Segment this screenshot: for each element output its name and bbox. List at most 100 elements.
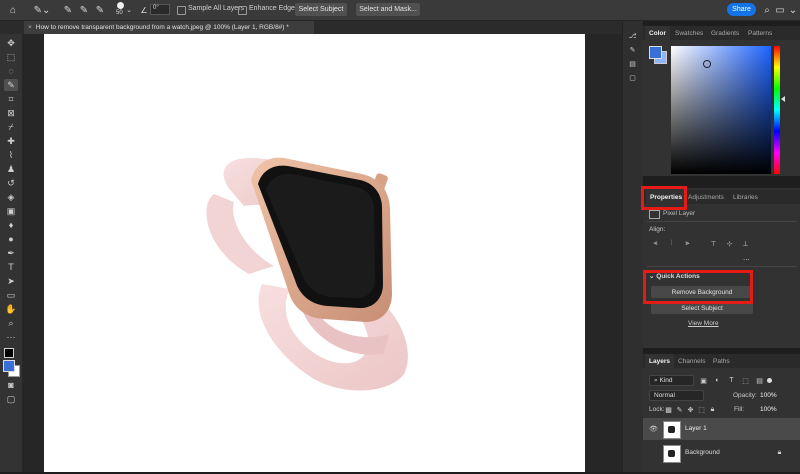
workspace-icon[interactable]: ▭ [775,3,785,17]
align-left-icon[interactable]: ⫷ [651,239,660,248]
comments-icon[interactable]: ▤ [628,59,637,68]
tab-patterns[interactable]: Patterns [748,26,772,40]
lock-all-icon[interactable]: 🔒︎ [708,405,717,414]
fill-value[interactable]: 100% [760,406,777,413]
align-right-icon[interactable]: ⫸ [683,239,692,248]
view-more-link[interactable]: View More [688,320,719,327]
select-and-mask-button[interactable]: Select and Mask... [356,3,420,16]
document-tab-title: How to remove transparent background fro… [35,24,289,31]
enhance-edge-label: Enhance Edge [249,5,295,12]
color-field[interactable] [671,46,771,174]
blend-mode-select[interactable]: Normal [649,390,704,401]
type-filter-icon[interactable]: T [727,376,736,385]
opacity-value[interactable]: 100% [760,392,777,399]
pixel-filter-icon[interactable]: ▣ [699,376,708,385]
tab-libraries[interactable]: Libraries [733,190,758,204]
sample-all-layers-checkbox[interactable] [177,6,186,15]
tab-paths[interactable]: Paths [713,354,730,368]
angle-input[interactable]: 0° [150,4,170,15]
pixel-layer-icon [649,210,660,219]
layer-filter-select[interactable]: ⌕ Kind [649,375,694,386]
enhance-edge-checkbox[interactable] [238,6,247,15]
move-tool-icon[interactable]: ✥ [4,37,18,49]
eyedropper-tool-icon[interactable]: ⌿ [4,121,18,133]
layer-thumbnail [663,421,681,439]
tab-swatches[interactable]: Swatches [675,26,703,40]
document-canvas[interactable] [44,34,585,472]
hue-marker[interactable] [781,96,785,102]
tab-channels[interactable]: Channels [678,354,705,368]
pen-tool-icon[interactable]: ✒ [4,247,18,259]
spot-healing-tool-icon[interactable]: ✚ [4,135,18,147]
brush-settings-icon[interactable]: ✎ [628,45,637,54]
tab-gradients[interactable]: Gradients [711,26,739,40]
frame-tool-icon[interactable]: ⊠ [4,107,18,119]
smart-object-filter-icon[interactable]: ▤ [755,376,764,385]
select-subject-button[interactable]: Select Subject [295,3,347,16]
align-label: Align: [649,226,666,233]
clone-stamp-tool-icon[interactable]: ♟ [4,163,18,175]
eraser-tool-icon[interactable]: ◈ [4,191,18,203]
filter-toggle[interactable] [767,378,772,383]
lasso-tool-icon[interactable]: ◌ [4,65,18,77]
properties-tab-highlight [641,186,687,210]
quick-mask-icon[interactable]: ◙ [4,379,18,391]
layer-row[interactable]: Background 🔒︎ [643,442,800,464]
artboard-tool-icon[interactable]: ⬚ [4,51,18,63]
document-tab[interactable]: × How to remove transparent background f… [24,21,314,34]
foreground-color-swatch[interactable] [649,46,662,59]
history-brush-tool-icon[interactable]: ↺ [4,177,18,189]
shape-filter-icon[interactable]: ⬚ [741,376,750,385]
layer-kind-label: Pixel Layer [663,210,696,217]
foreground-color-swatch[interactable] [3,360,15,372]
quick-selection-tool-preset-icon[interactable]: ✎⌄ [32,3,52,17]
eye-icon[interactable]: 👁︎ [649,424,658,433]
opacity-label: Opacity: [733,392,757,399]
new-selection-icon[interactable]: ✎ [62,3,74,17]
layers-panel: Layers Channels Paths ⌕ Kind ▣ ◐ T ⬚ ▤ N… [643,354,800,472]
lock-image-icon[interactable]: ✎ [675,405,684,414]
close-icon[interactable]: × [28,24,32,31]
hand-tool-icon[interactable]: ✋ [4,303,18,315]
options-bar: ⌂ ✎⌄ ✎ ✎ ✎ 50 ⌄ ∠ 0° Sample All Layers E… [0,0,800,21]
gradient-tool-icon[interactable]: ▣ [4,205,18,217]
align-center-icon[interactable]: ⫶ [667,239,676,248]
default-colors-icon[interactable] [4,348,14,358]
more-tools-icon[interactable]: ··· [4,331,18,343]
color-panel-tabs: Color Swatches Gradients Patterns [643,26,800,40]
add-to-selection-icon[interactable]: ✎ [78,3,90,17]
brush-size-icon[interactable] [117,2,124,9]
blur-tool-icon[interactable]: ♦ [4,219,18,231]
comment-icon[interactable]: ▢ [628,73,637,82]
zoom-tool-icon[interactable]: ⌕ [4,317,18,329]
history-icon[interactable]: ⎇ [628,31,637,40]
brush-tool-icon[interactable]: ⌇ [4,149,18,161]
align-middle-icon[interactable]: ⊹ [725,239,734,248]
chevron-down-icon[interactable]: ⌄ [126,3,132,17]
crop-tool-icon[interactable]: ⌗ [4,93,18,105]
lock-artboard-icon[interactable]: ⬚ [697,405,706,414]
home-icon[interactable]: ⌂ [6,3,20,17]
tab-adjustments[interactable]: Adjustments [688,190,724,204]
path-selection-tool-icon[interactable]: ➤ [4,275,18,287]
quick-selection-tool-icon[interactable]: ✎ [4,79,18,91]
chevron-down-icon[interactable]: ⌄ [788,3,798,17]
screen-mode-icon[interactable]: ▢ [4,393,18,405]
share-button[interactable]: Share [727,3,756,16]
subtract-from-selection-icon[interactable]: ✎ [94,3,106,17]
adjustment-filter-icon[interactable]: ◐ [713,376,722,385]
lock-position-icon[interactable]: ✥ [686,405,695,414]
lock-transparent-icon[interactable]: ▩ [664,405,673,414]
hue-slider[interactable] [774,46,780,174]
rectangle-tool-icon[interactable]: ▭ [4,289,18,301]
more-options-button[interactable]: ... [743,253,750,262]
search-icon[interactable]: ⌕ [762,3,772,17]
color-picker-cursor[interactable] [703,60,711,68]
type-tool-icon[interactable]: T [4,261,18,273]
align-bottom-icon[interactable]: ⊥ [741,239,750,248]
align-top-icon[interactable]: ⊤ [709,239,718,248]
tab-color[interactable]: Color [645,26,670,40]
layer-row[interactable]: 👁︎ Layer 1 [643,418,800,440]
dodge-tool-icon[interactable]: ● [4,233,18,245]
tab-layers[interactable]: Layers [645,354,674,368]
